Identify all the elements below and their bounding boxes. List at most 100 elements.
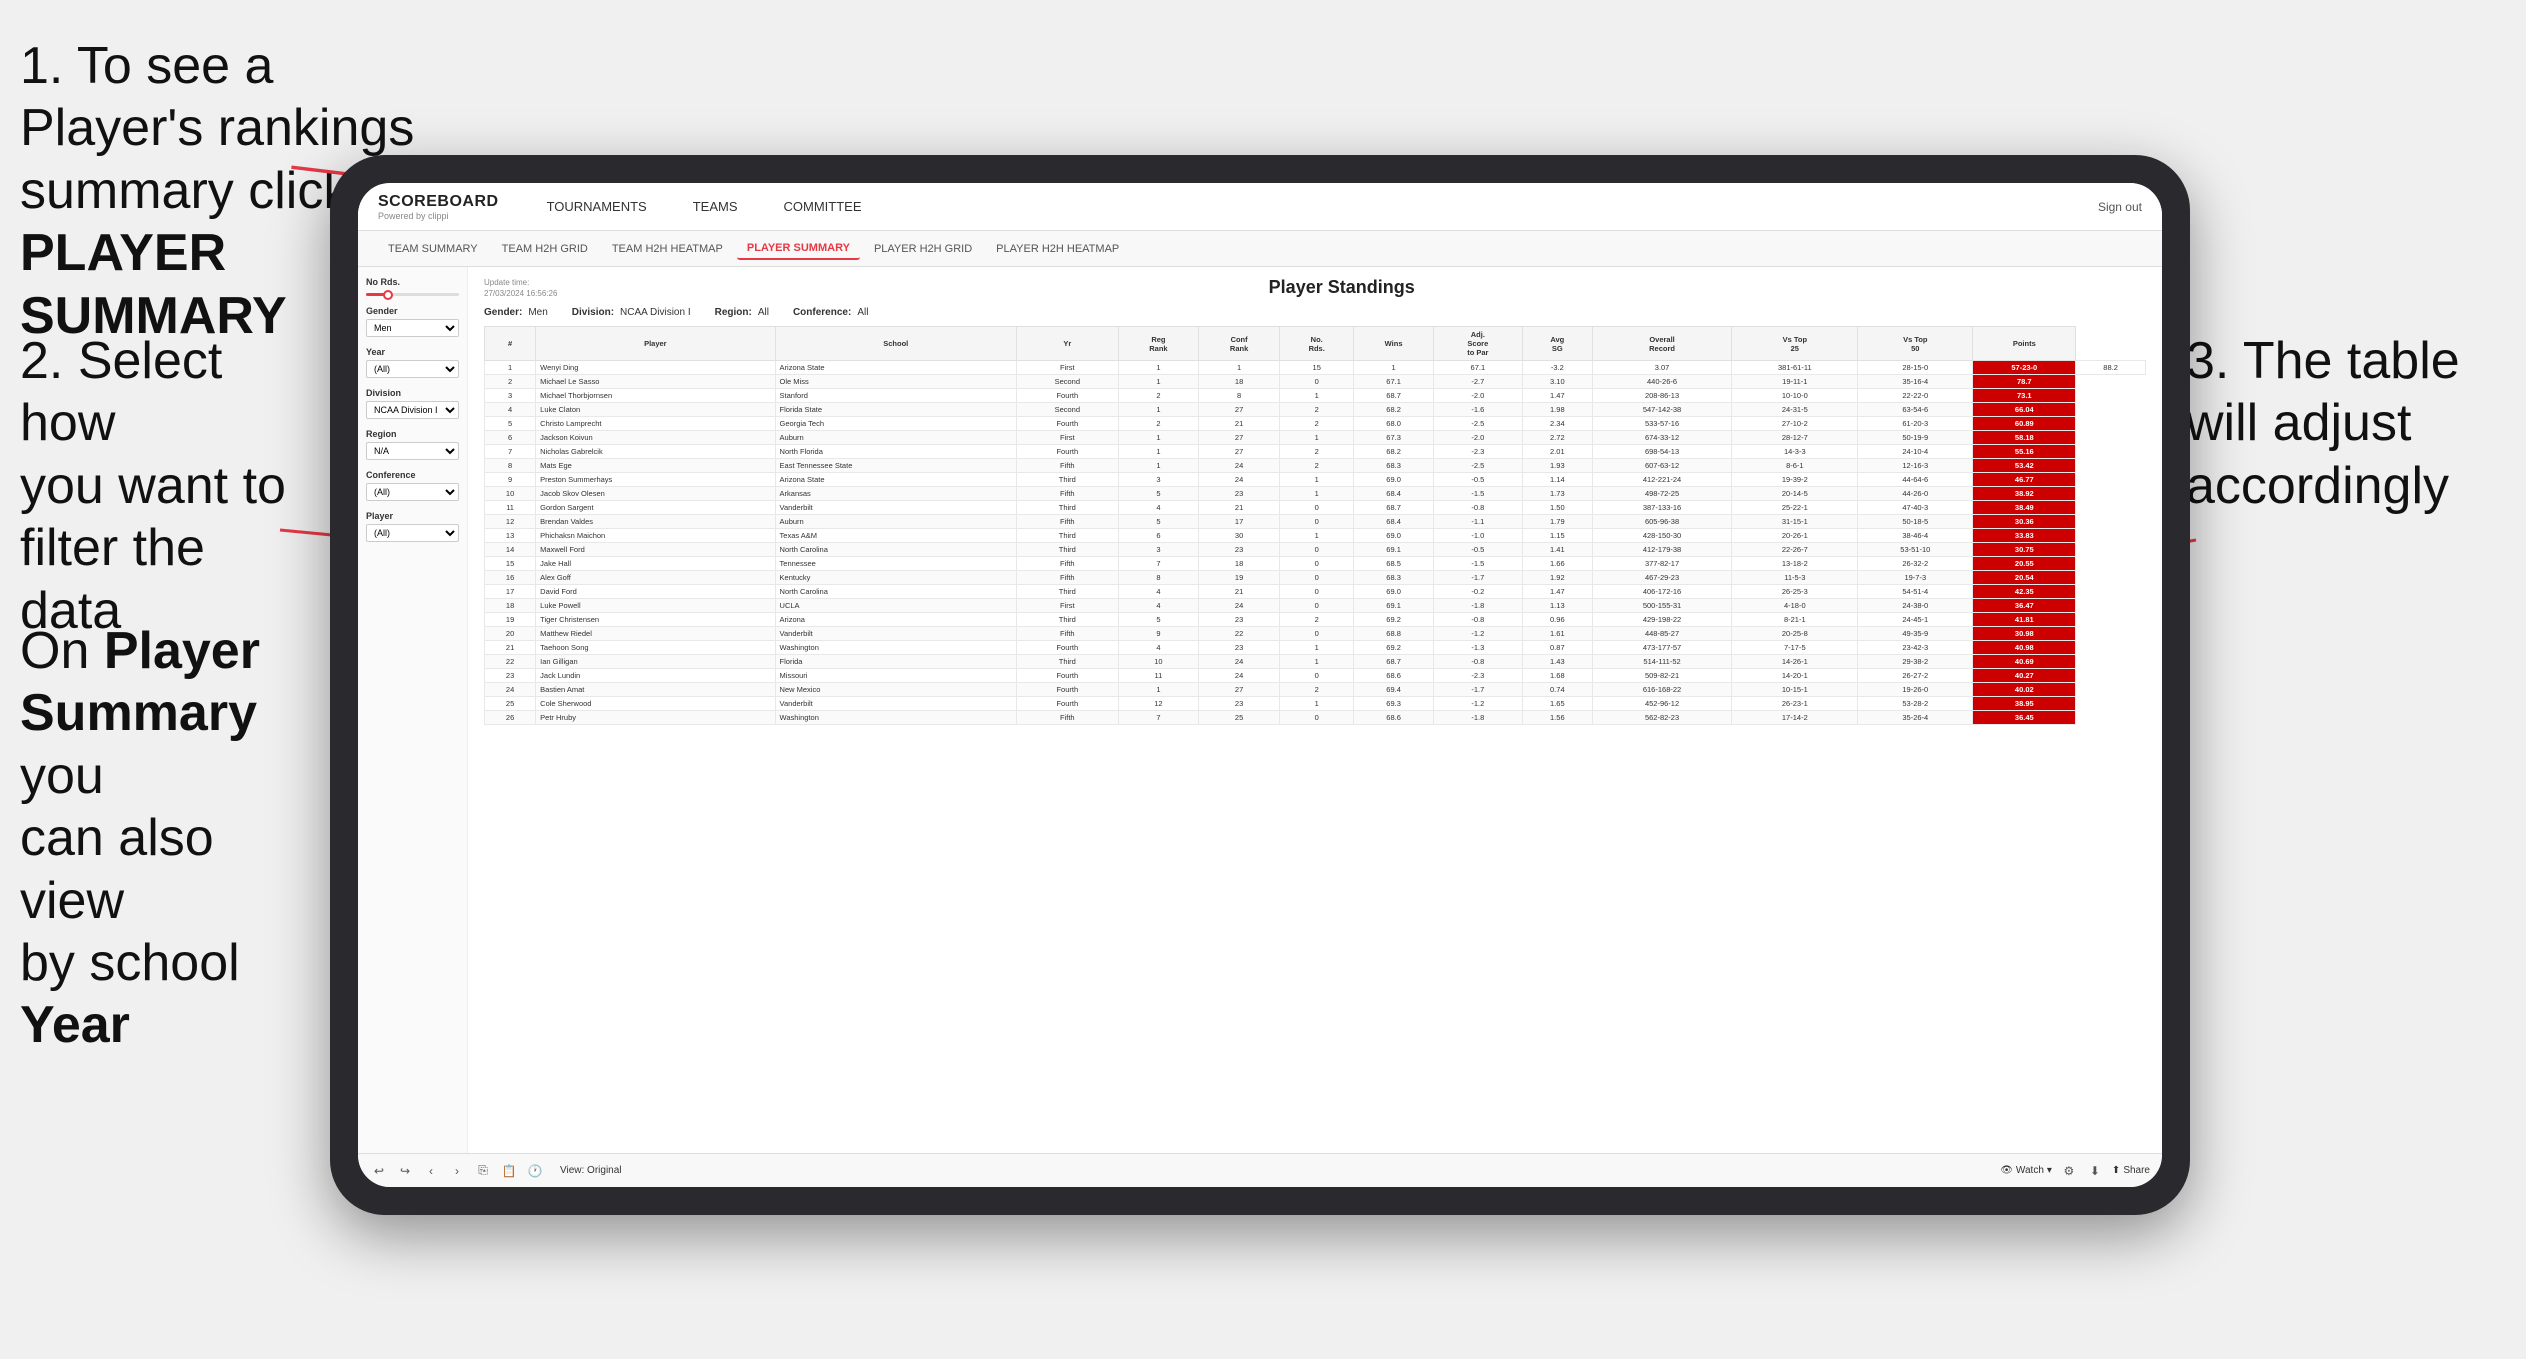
- bottom-toolbar: ↩ ↪ ‹ › ⎘ 📋 🕐 View: Original 👁 Watch ▾ ⚙…: [358, 1153, 2162, 1187]
- watch-button[interactable]: 👁 Watch ▾: [2000, 1165, 2052, 1176]
- sidebar-gender: Gender Men: [366, 306, 459, 337]
- conference-select[interactable]: (All): [366, 483, 459, 501]
- no-rds-slider[interactable]: [366, 293, 459, 296]
- table-row: 9Preston SummerhaysArizona StateThird324…: [485, 473, 2146, 487]
- col-adj-score: Adj.Scoreto Par: [1433, 327, 1522, 361]
- col-no-rds: No.Rds.: [1279, 327, 1354, 361]
- annotation-step3: 3. The table will adjust accordingly: [2186, 330, 2506, 517]
- col-reg-rank: RegRank: [1118, 327, 1199, 361]
- table-row: 13Phichaksn MaichonTexas A&MThird630169.…: [485, 529, 2146, 543]
- col-wins: Wins: [1354, 327, 1433, 361]
- tab-team-h2h-grid[interactable]: TEAM H2H GRID: [492, 239, 598, 259]
- scoreboard-logo: SCOREBOARD Powered by clippi: [378, 193, 499, 221]
- col-yr: Yr: [1017, 327, 1119, 361]
- table-title: Player Standings: [577, 277, 2106, 298]
- tab-team-summary[interactable]: TEAM SUMMARY: [378, 239, 488, 259]
- table-area: Update time: 27/03/2024 16:56:26 Player …: [468, 267, 2162, 1153]
- sidebar-region: Region N/A: [366, 429, 459, 460]
- col-overall-record: OverallRecord: [1592, 327, 1732, 361]
- redo-icon[interactable]: ↪: [396, 1162, 414, 1180]
- share-button[interactable]: ⬆ Share: [2112, 1165, 2150, 1176]
- table-row: 23Jack LundinMissouriFourth1124068.6-2.3…: [485, 669, 2146, 683]
- table-row: 6Jackson KoivunAuburnFirst127167.3-2.02.…: [485, 431, 2146, 445]
- settings-icon[interactable]: ⚙: [2060, 1162, 2078, 1180]
- player-select[interactable]: (All): [366, 524, 459, 542]
- copy-icon[interactable]: ⎘: [474, 1162, 492, 1180]
- gender-select[interactable]: Men: [366, 319, 459, 337]
- tablet-device: SCOREBOARD Powered by clippi TOURNAMENTS…: [330, 155, 2190, 1215]
- tab-player-h2h-heatmap[interactable]: PLAYER H2H HEATMAP: [986, 239, 1129, 259]
- filter-region: Region: All: [715, 307, 769, 318]
- table-row: 24Bastien AmatNew MexicoFourth127269.4-1…: [485, 683, 2146, 697]
- app-header: SCOREBOARD Powered by clippi TOURNAMENTS…: [358, 183, 2162, 231]
- table-row: 14Maxwell FordNorth CarolinaThird323069.…: [485, 543, 2146, 557]
- table-row: 19Tiger ChristensenArizonaThird523269.2-…: [485, 613, 2146, 627]
- table-header: # Player School Yr RegRank ConfRank No.R…: [485, 327, 2146, 361]
- table-row: 17David FordNorth CarolinaThird421069.0-…: [485, 585, 2146, 599]
- clock-icon[interactable]: 🕐: [526, 1162, 544, 1180]
- col-points: Points: [1973, 327, 2076, 361]
- table-row: 3Michael ThorbjornsenStanfordFourth28168…: [485, 389, 2146, 403]
- table-row: 12Brendan ValdesAuburnFifth517068.4-1.11…: [485, 515, 2146, 529]
- no-rds-label: No Rds.: [366, 277, 459, 287]
- tab-player-summary[interactable]: PLAYER SUMMARY: [737, 238, 860, 260]
- sub-nav: TEAM SUMMARY TEAM H2H GRID TEAM H2H HEAT…: [358, 231, 2162, 267]
- table-row: 16Alex GoffKentuckyFifth819068.3-1.71.92…: [485, 571, 2146, 585]
- col-vs-top25: Vs Top25: [1732, 327, 1858, 361]
- nav-tournaments[interactable]: TOURNAMENTS: [539, 195, 655, 218]
- sidebar-filters: No Rds. Gender Men Year: [358, 267, 468, 1153]
- main-content: No Rds. Gender Men Year: [358, 267, 2162, 1153]
- table-body: 1Wenyi DingArizona StateFirst1115167.1-3…: [485, 361, 2146, 725]
- download-icon[interactable]: ⬇: [2086, 1162, 2104, 1180]
- table-row: 25Cole SherwoodVanderbiltFourth1223169.3…: [485, 697, 2146, 711]
- division-select[interactable]: NCAA Division I: [366, 401, 459, 419]
- year-select[interactable]: (All): [366, 360, 459, 378]
- col-school: School: [775, 327, 1016, 361]
- table-row: 4Luke ClatonFlorida StateSecond127268.2-…: [485, 403, 2146, 417]
- nav-teams[interactable]: TEAMS: [685, 195, 746, 218]
- sidebar-year: Year (All): [366, 347, 459, 378]
- view-label[interactable]: View: Original: [560, 1165, 622, 1176]
- player-label: Player: [366, 511, 459, 521]
- col-player: Player: [536, 327, 775, 361]
- player-standings-table: # Player School Yr RegRank ConfRank No.R…: [484, 326, 2146, 725]
- table-row: 18Luke PowellUCLAFirst424069.1-1.81.1350…: [485, 599, 2146, 613]
- table-row: 2Michael Le SassoOle MissSecond118067.1-…: [485, 375, 2146, 389]
- sidebar-player: Player (All): [366, 511, 459, 542]
- filter-gender: Gender: Men: [484, 307, 548, 318]
- table-row: 5Christo LamprechtGeorgia TechFourth2212…: [485, 417, 2146, 431]
- col-vs-top50: Vs Top50: [1858, 327, 1973, 361]
- table-row: 7Nicholas GabrelcikNorth FloridaFourth12…: [485, 445, 2146, 459]
- table-row: 22Ian GilliganFloridaThird1024168.7-0.81…: [485, 655, 2146, 669]
- col-avg-sg: AvgSG: [1523, 327, 1593, 361]
- table-row: 8Mats EgeEast Tennessee StateFifth124268…: [485, 459, 2146, 473]
- filters-row: Gender: Men Division: NCAA Division I Re…: [484, 307, 2146, 318]
- table-row: 21Taehoon SongWashingtonFourth423169.2-1…: [485, 641, 2146, 655]
- prev-icon[interactable]: ‹: [422, 1162, 440, 1180]
- gender-label: Gender: [366, 306, 459, 316]
- next-icon[interactable]: ›: [448, 1162, 466, 1180]
- col-rank: #: [485, 327, 536, 361]
- region-label: Region: [366, 429, 459, 439]
- tab-team-h2h-heatmap[interactable]: TEAM H2H HEATMAP: [602, 239, 733, 259]
- sign-out-button[interactable]: Sign out: [2098, 200, 2142, 214]
- tab-player-h2h-grid[interactable]: PLAYER H2H GRID: [864, 239, 982, 259]
- tablet-screen: SCOREBOARD Powered by clippi TOURNAMENTS…: [358, 183, 2162, 1187]
- table-row: 20Matthew RiedelVanderbiltFifth922068.8-…: [485, 627, 2146, 641]
- table-row: 15Jake HallTennesseeFifth718068.5-1.51.6…: [485, 557, 2146, 571]
- update-time: Update time: 27/03/2024 16:56:26: [484, 277, 557, 299]
- region-select[interactable]: N/A: [366, 442, 459, 460]
- undo-icon[interactable]: ↩: [370, 1162, 388, 1180]
- sidebar-division: Division NCAA Division I: [366, 388, 459, 419]
- col-conf-rank: ConfRank: [1199, 327, 1280, 361]
- annotation-bottom: On PlayerSummary youcan also viewby scho…: [20, 620, 320, 1057]
- table-row: 10Jacob Skov OlesenArkansasFifth523168.4…: [485, 487, 2146, 501]
- table-row: 11Gordon SargentVanderbiltThird421068.7-…: [485, 501, 2146, 515]
- nav-committee[interactable]: COMMITTEE: [776, 195, 870, 218]
- division-label: Division: [366, 388, 459, 398]
- table-header-info: Update time: 27/03/2024 16:56:26 Player …: [484, 277, 2146, 299]
- sidebar-conference: Conference (All): [366, 470, 459, 501]
- paste-icon[interactable]: 📋: [500, 1162, 518, 1180]
- sidebar-no-rds: No Rds.: [366, 277, 459, 296]
- filter-division: Division: NCAA Division I: [572, 307, 691, 318]
